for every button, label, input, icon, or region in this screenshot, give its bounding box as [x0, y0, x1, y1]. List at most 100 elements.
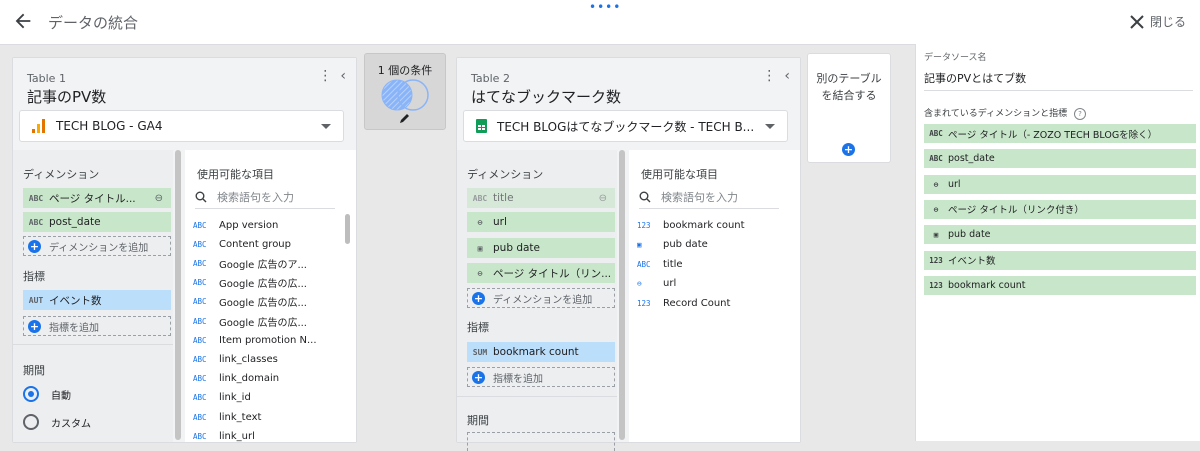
table1-name[interactable]: 記事のPV数 — [27, 86, 106, 107]
field-type-icon: 123 — [637, 220, 651, 230]
field-label: Google 広告の広... — [219, 317, 307, 329]
period-custom-radio[interactable]: カスタム — [23, 414, 91, 430]
join-condition-button[interactable]: 1 個の条件 — [364, 53, 446, 130]
table2-metric-chip[interactable]: SUM bookmark count — [467, 342, 615, 362]
field-label: link_classes — [219, 353, 278, 365]
field-list-item[interactable]: ABC Content group — [193, 237, 291, 251]
field-list-item[interactable]: ABC Google 広告の広... — [193, 276, 307, 290]
field-label: pub date — [948, 229, 991, 241]
field-list-item[interactable]: ABC link_id — [193, 391, 251, 405]
date-range-field[interactable] — [467, 432, 615, 451]
field-type-icon: ▣ — [637, 240, 642, 249]
field-type-icon: ABC — [193, 374, 207, 384]
plus-icon: + — [28, 239, 41, 253]
field-list-item[interactable]: ABC App version — [193, 218, 278, 232]
included-field-chip[interactable]: 123 イベント数 — [924, 250, 1196, 270]
more-vert-icon[interactable]: ⋮ — [762, 68, 776, 84]
table2-dimension-chip[interactable]: ⊖ ページ タイトル（リン... — [467, 263, 615, 283]
field-list-item[interactable]: ⊖ url — [637, 277, 676, 291]
table2-source-select[interactable]: TECH BLOGはてなブックマーク数 - TECH B... — [463, 110, 788, 142]
table2-dimension-chip[interactable]: ⊖ url — [467, 212, 615, 232]
field-list-item[interactable]: ABC link_classes — [193, 352, 278, 366]
divider — [924, 90, 1193, 91]
field-type-icon: ABC — [929, 129, 943, 138]
scrollbar[interactable] — [345, 214, 350, 244]
close-icon — [1130, 14, 1144, 29]
table1-dimension-chip[interactable]: ABC post_date — [23, 212, 171, 232]
field-type-icon: ▣ — [933, 230, 939, 240]
sum-type-icon: SUM — [472, 347, 488, 357]
radio-label: 自動 — [51, 390, 71, 402]
chip-label: イベント数 — [49, 294, 102, 307]
table1-dimension-chip[interactable]: ABC ページ タイトル... ⊖ — [23, 188, 171, 208]
add-metric-button[interactable]: + 指標を追加 — [467, 367, 615, 387]
included-field-chip[interactable]: ABC ページ タイトル（- ZOZO TECH BLOGを除く） — [924, 124, 1196, 143]
scrollbar[interactable] — [175, 150, 181, 440]
field-label: pub date — [663, 239, 708, 250]
field-list-item[interactable]: 123 Record Count — [637, 296, 730, 310]
field-type-icon: ABC — [193, 316, 207, 326]
more-vert-icon[interactable]: ⋮ — [318, 68, 332, 84]
field-list-item[interactable]: ABC link_url — [193, 429, 255, 443]
field-list-item[interactable]: ABC link_domain — [193, 372, 279, 386]
back-arrow-icon[interactable] — [12, 10, 34, 32]
add-dimension-button[interactable]: + ディメンションを追加 — [23, 236, 171, 256]
field-type-icon: ABC — [193, 335, 207, 345]
field-label: Google 広告の広... — [219, 279, 307, 291]
field-list-item[interactable]: ABC Google 広告の広... — [193, 314, 307, 329]
table1-metric-chip[interactable]: AUT イベント数 — [23, 290, 171, 310]
field-type-icon: ABC — [193, 220, 207, 230]
add-dimension-label: ディメンションを追加 — [49, 242, 149, 254]
search-placeholder: 検索語句を入力 — [661, 191, 738, 204]
add-table-button[interactable]: 別のテーブルを結合する + — [807, 53, 891, 163]
table2-search-input[interactable]: 検索語句を入力 — [639, 186, 779, 209]
field-list-item[interactable]: ▣ pub date — [637, 238, 708, 252]
field-type-icon: ABC — [193, 393, 207, 403]
collapse-icon[interactable]: ‹ — [784, 68, 790, 84]
included-label-text: 含まれているディメンションと指標 — [924, 109, 1068, 119]
field-label: bookmark count — [663, 219, 745, 231]
drag-handle-icon[interactable]: •••• — [589, 0, 621, 14]
field-type-icon: ABC — [637, 259, 651, 269]
help-icon[interactable]: ? — [1073, 108, 1086, 120]
table2-metrics-label: 指標 — [467, 321, 489, 334]
included-field-chip[interactable]: 123 bookmark count — [924, 275, 1196, 295]
field-list-item[interactable]: 123 bookmark count — [637, 218, 745, 232]
included-field-chip[interactable]: ⊖ url — [924, 174, 1196, 194]
field-list-item[interactable]: ABC title — [637, 257, 683, 271]
table2-subtitle: Table 2 — [471, 72, 510, 85]
table2-dimensions-label: ディメンション — [467, 168, 544, 181]
table1-search-input[interactable]: 検索語句を入力 — [195, 186, 335, 209]
field-list-item[interactable]: ABC Google 広告のア... — [193, 256, 307, 271]
close-button[interactable]: 閉じる — [1130, 13, 1186, 30]
table1-panel: Table 1 記事のPV数 ⋮ ‹ TECH BLOG - GA4 ディメンシ… — [12, 57, 357, 443]
add-dimension-button[interactable]: + ディメンションを追加 — [467, 288, 615, 308]
table1-dimensions-label: ディメンション — [23, 168, 100, 181]
table1-header: Table 1 記事のPV数 ⋮ ‹ TECH BLOG - GA4 — [13, 58, 356, 150]
table1-period-label: 期間 — [23, 364, 45, 377]
table2-dimension-chip[interactable]: ▣ pub date — [467, 238, 615, 258]
table2-name[interactable]: はてなブックマーク数 — [471, 86, 621, 107]
radio-unchecked-icon — [23, 414, 39, 430]
field-list-item[interactable]: ABC link_text — [193, 410, 261, 424]
field-type-icon: ⊖ — [933, 179, 939, 189]
table1-source-select[interactable]: TECH BLOG - GA4 — [19, 110, 344, 142]
field-label: link_text — [219, 411, 262, 423]
chip-label: post_date — [49, 216, 101, 228]
included-field-chip[interactable]: ▣ pub date — [924, 225, 1196, 245]
table2-header-icons: ⋮ ‹ — [762, 68, 790, 84]
included-field-chip[interactable]: ABC post_date — [924, 149, 1196, 169]
scrollbar[interactable] — [619, 150, 625, 440]
period-auto-radio[interactable]: 自動 — [23, 386, 71, 402]
add-metric-button[interactable]: + 指標を追加 — [23, 316, 171, 336]
top-bar: •••• データの統合 閉じる — [0, 0, 1200, 45]
table2-header: Table 2 はてなブックマーク数 ⋮ ‹ TECH BLOGはてなブックマー… — [457, 58, 800, 150]
field-list-item[interactable]: ABC Google 広告の広... — [193, 295, 307, 309]
collapse-icon[interactable]: ‹ — [340, 68, 346, 84]
source-name-input[interactable]: 記事のPVとはてブ数 — [924, 70, 1026, 86]
search-icon — [639, 191, 651, 203]
included-field-chip[interactable]: ⊖ ページ タイトル（リンク付き） — [924, 199, 1196, 219]
field-list-item[interactable]: ABC Item promotion N... — [193, 333, 317, 347]
venn-join-icon — [381, 79, 429, 111]
table2-dimension-chip[interactable]: ABC title ⊖ — [467, 188, 615, 208]
